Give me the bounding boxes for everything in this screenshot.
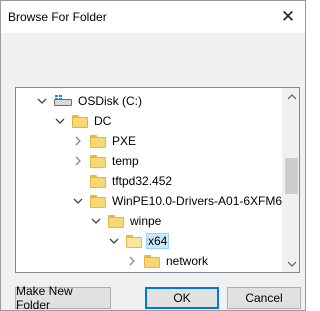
tree-node-label: PXE [112,134,137,148]
vertical-scrollbar[interactable] [282,88,299,272]
dialog-title: Browse For Folder [8,10,107,24]
folder-icon [90,194,106,208]
chevron-down-icon[interactable] [90,215,102,227]
folder-tree-content: OSDisk (C:) DC PXE temp tftpd32.452 WinP… [16,88,282,272]
folder-icon [90,154,106,168]
folder-icon [72,114,88,128]
tree-node-tftpd32[interactable]: tftpd32.452 [72,171,174,191]
folder-tree[interactable]: OSDisk (C:) DC PXE temp tftpd32.452 WinP… [15,87,300,273]
tree-node-osdisk[interactable]: OSDisk (C:) [36,91,144,111]
chevron-down-icon[interactable] [108,235,120,247]
make-new-folder-button[interactable]: Make New Folder [15,284,111,311]
tree-node-winpe[interactable]: winpe [90,211,163,231]
scroll-down-icon[interactable] [283,255,299,272]
close-icon: ✕ [280,7,296,26]
chevron-down-icon[interactable] [72,195,84,207]
title-bar[interactable]: Browse For Folder ✕ [1,1,305,33]
tree-node-label: temp [112,154,139,168]
close-button[interactable]: ✕ [271,1,305,33]
tree-node-label: winpe [130,214,162,228]
tree-node-x64[interactable]: x64 [108,231,170,251]
folder-icon [90,174,106,188]
scrollbar-thumb[interactable] [285,158,298,194]
tree-node-winpe-drivers[interactable]: WinPE10.0-Drivers-A01-6XFM6 [72,191,284,211]
chevron-right-icon[interactable] [126,255,138,267]
tree-node-label: OSDisk (C:) [78,94,142,108]
tree-node-dc[interactable]: DC [54,111,113,131]
ok-button[interactable]: OK [145,287,219,309]
tree-node-label: x64 [146,233,170,249]
folder-icon [90,134,106,148]
folder-icon [108,214,124,228]
folder-open-icon [126,234,142,248]
cancel-button[interactable]: Cancel [227,287,301,309]
tree-node-label: WinPE10.0-Drivers-A01-6XFM6 [112,194,283,208]
drive-icon [54,95,72,107]
tree-node-pxe[interactable]: PXE [72,131,138,151]
tree-node-label: network [166,254,209,268]
tree-node-label: DC [94,114,112,128]
chevron-right-icon[interactable] [72,155,84,167]
tree-node-network[interactable]: network [126,251,210,271]
browse-for-folder-dialog: Browse For Folder ✕ OSDisk (C:) DC PXE t… [0,0,306,311]
folder-icon [144,254,160,268]
chevron-down-icon[interactable] [36,95,48,107]
tree-node-temp[interactable]: temp [72,151,141,171]
scroll-up-icon[interactable] [283,88,299,105]
tree-node-label: tftpd32.452 [112,174,173,188]
chevron-right-icon[interactable] [72,135,84,147]
chevron-down-icon[interactable] [54,115,66,127]
